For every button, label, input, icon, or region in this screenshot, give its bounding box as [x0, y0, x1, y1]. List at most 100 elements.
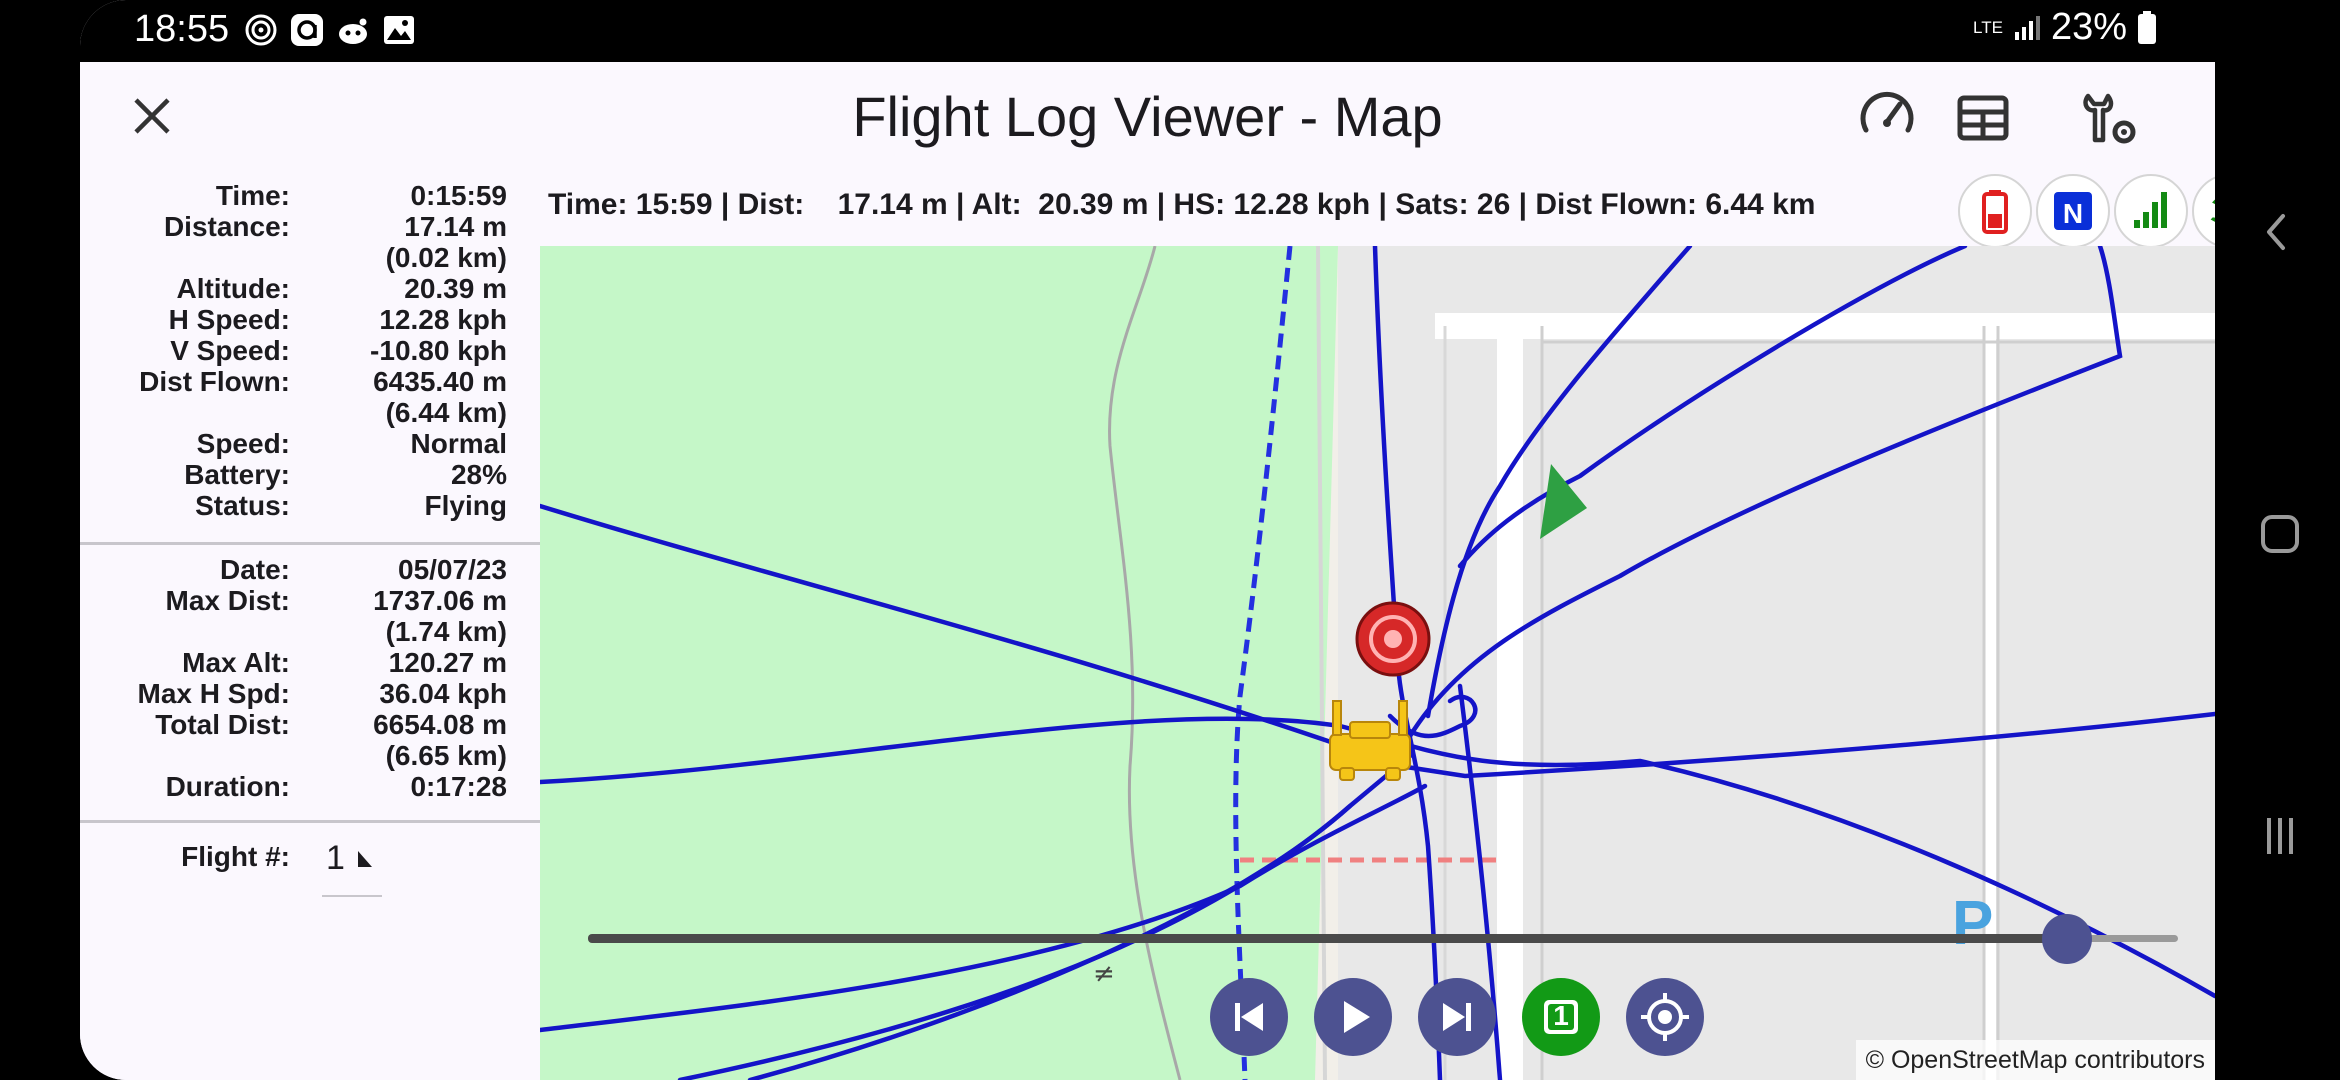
map-info-bar: Time: 15:59 | Dist: 17.14 m | Alt: 20.39… — [540, 168, 2215, 248]
stat-label: Date: — [219, 554, 290, 585]
stat-distance: Distance: 17.14 m — [80, 211, 540, 242]
stat-label: Total Dist: — [155, 709, 290, 740]
stat-label: Max H Spd: — [137, 678, 290, 709]
summary-max-h-spd: Max H Spd: 36.04 kph — [80, 678, 540, 709]
summary-max-alt: Max Alt: 120.27 m — [80, 647, 540, 678]
network-type: LTE — [1973, 18, 2003, 37]
flight-number-label: Flight #: — [181, 841, 290, 872]
skip-previous-icon — [1235, 1003, 1263, 1031]
stat-h-speed: H Speed: 12.28 kph — [80, 304, 540, 335]
home-icon[interactable] — [2215, 494, 2340, 574]
slider-track-played — [588, 934, 2067, 943]
image-icon — [384, 16, 414, 44]
stat-status: Status: Flying — [80, 490, 540, 521]
stat-value: (6.44 km) — [385, 397, 507, 428]
home-marker-icon — [1355, 601, 1431, 677]
stat-distance-km: (0.02 km) — [80, 242, 540, 273]
settings-wrench-icon[interactable] — [2078, 86, 2140, 148]
status-right-group: LTE 23% — [1973, 6, 2157, 49]
flight-one-button[interactable]: 1 — [1522, 978, 1600, 1056]
stat-label: Distance: — [163, 211, 290, 242]
stat-label: Time: — [215, 180, 290, 211]
stat-label: Battery: — [184, 459, 290, 490]
flight-badge-number: 1 — [1553, 1000, 1569, 1031]
stat-value: -10.80 kph — [370, 335, 507, 366]
fingerprint-icon — [245, 14, 277, 46]
stat-value: 17.14 m — [404, 211, 507, 242]
slider-thumb[interactable] — [2042, 914, 2092, 964]
locate-icon — [1641, 993, 1689, 1041]
flight-number-dropdown[interactable]: 1 — [322, 833, 382, 897]
flight-stats-panel: Time: 0:15:59 Distance: 17.14 m (0.02 km… — [80, 168, 540, 1080]
dropdown-arrow-icon — [358, 851, 372, 867]
skip-next-button[interactable] — [1418, 978, 1496, 1056]
map-info-text: Time: 15:59 | Dist: 17.14 m | Alt: 20.39… — [548, 188, 1816, 221]
stat-label: Max Alt: — [182, 647, 290, 678]
stat-value: 0:15:59 — [410, 180, 507, 211]
summary-max-dist-km: (1.74 km) — [80, 616, 540, 647]
play-button[interactable] — [1314, 978, 1392, 1056]
battery-percent: 23% — [2050, 6, 2127, 48]
gps-n-icon: N — [2036, 174, 2110, 248]
stat-v-speed: V Speed: -10.80 kph — [80, 335, 540, 366]
stat-label: Dist Flown: — [139, 366, 290, 397]
skip-next-icon — [1443, 1003, 1471, 1031]
summary-max-dist: Max Dist: 1737.06 m — [80, 585, 540, 616]
stat-altitude: Altitude: 20.39 m — [80, 273, 540, 304]
locate-button[interactable] — [1626, 978, 1704, 1056]
stat-value: 12.28 kph — [379, 304, 507, 335]
back-icon[interactable] — [2215, 192, 2340, 272]
stat-value: (0.02 km) — [385, 242, 507, 273]
airplane-icon — [2192, 174, 2215, 248]
stat-label: Speed: — [196, 428, 290, 459]
recents-icon[interactable] — [2215, 796, 2340, 876]
app-window: 18:55 LTE 23% Flight Log Viewer - Map Ti… — [80, 0, 2215, 1080]
map-view[interactable]: Time: 15:59 | Dist: 17.14 m | Alt: 20.39… — [540, 168, 2215, 1080]
app-icon — [291, 14, 323, 46]
stat-label: Altitude: — [176, 273, 290, 304]
skip-previous-button[interactable] — [1210, 978, 1288, 1056]
stat-value: 05/07/23 — [398, 554, 507, 585]
stat-value: (6.65 km) — [385, 740, 507, 771]
reddit-icon — [339, 18, 367, 44]
stat-value: Normal — [410, 428, 507, 459]
summary-total-dist: Total Dist: 6654.08 m — [80, 709, 540, 740]
stat-dist-flown-km: (6.44 km) — [80, 397, 540, 428]
stat-label: Status: — [195, 490, 290, 521]
summary-total-dist-km: (6.65 km) — [80, 740, 540, 771]
stat-battery: Battery: 28% — [80, 459, 540, 490]
stat-value: 6654.08 m — [373, 709, 507, 740]
play-icon — [1344, 1001, 1370, 1033]
divider — [80, 542, 540, 545]
stat-value: 20.39 m — [404, 273, 507, 304]
stat-time: Time: 0:15:59 — [80, 180, 540, 211]
signal-bars-icon — [2114, 174, 2188, 248]
stat-label: Max Dist: — [165, 585, 290, 616]
status-bar: 18:55 LTE 23% — [80, 0, 2215, 62]
status-time: 18:55 — [134, 8, 230, 50]
app-bar: Flight Log Viewer - Map — [80, 62, 2215, 168]
stat-label: H Speed: — [168, 304, 290, 335]
table-icon[interactable] — [1952, 86, 2014, 148]
gauge-icon[interactable] — [1856, 86, 1918, 148]
playback-slider[interactable] — [588, 908, 2178, 968]
summary-date: Date: 05/07/23 — [80, 554, 540, 585]
stat-label: V Speed: — [170, 335, 290, 366]
stat-label: Duration: — [165, 771, 290, 802]
stat-value: 1737.06 m — [373, 585, 507, 616]
stat-value: 6435.40 m — [373, 366, 507, 397]
battery-low-icon — [1958, 174, 2032, 248]
navigation-bar — [2215, 0, 2340, 1080]
stat-value: 36.04 kph — [379, 678, 507, 709]
svg-text:N: N — [2063, 198, 2083, 229]
stat-value: 28% — [450, 459, 507, 490]
signal-icon — [2014, 15, 2040, 40]
stat-dist-flown: Dist Flown: 6435.40 m — [80, 366, 540, 397]
stat-speed: Speed: Normal — [80, 428, 540, 459]
divider — [80, 820, 540, 823]
battery-icon — [2138, 10, 2156, 44]
flight-number-row: Flight #: — [80, 841, 540, 872]
map-attribution[interactable]: © OpenStreetMap contributors — [1855, 1040, 2215, 1080]
summary-duration: Duration: 0:17:28 — [80, 771, 540, 802]
stat-value: 120.27 m — [388, 647, 507, 678]
